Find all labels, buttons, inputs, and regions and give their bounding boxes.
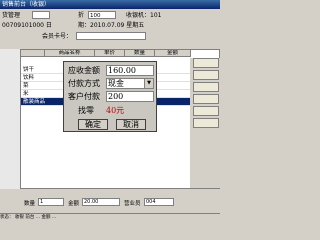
side-button-4[interactable]	[193, 94, 219, 104]
grid-header-qty: 数量	[125, 50, 155, 57]
confirm-button[interactable]: 确定	[78, 119, 108, 130]
member-card-label: 会员卡号：	[42, 33, 73, 40]
grid-header-name: 商品名称	[45, 50, 95, 57]
payment-method-label: 付款方式	[68, 79, 100, 88]
grid-header-amount: 金额	[155, 50, 191, 57]
customer-paid-field[interactable]: 200	[106, 91, 154, 102]
change-label: 找零	[78, 106, 94, 115]
function-sidebar	[190, 58, 220, 188]
footer-amount-label: 金额	[68, 201, 80, 207]
window-title: 销售前台（收银）	[2, 1, 51, 8]
footer-qty-field[interactable]: 1	[38, 198, 64, 206]
document-number: 00709101000 日	[2, 22, 52, 29]
row-label: 散装商品	[23, 99, 46, 105]
grid-header-price: 单价	[95, 50, 125, 57]
payment-dialog: 应收金额 160.00 付款方式 现金 ▼ 客户付款 200 找零 40元 确定…	[63, 61, 157, 132]
footer-salesman-label: 营业员	[124, 201, 141, 207]
category-panel	[0, 49, 21, 189]
row-label: 米	[23, 91, 29, 97]
side-button-2[interactable]	[193, 70, 219, 80]
row-label: 饮料	[23, 75, 35, 81]
side-button-1[interactable]	[193, 58, 219, 68]
discount-field[interactable]: 100	[88, 11, 116, 19]
side-button-5[interactable]	[193, 106, 219, 116]
member-card-field[interactable]	[76, 32, 146, 40]
footer-panel: 数量 1 金额 20.00 营业员 004 状态： 收银 前台 ... 金额 .…	[0, 189, 220, 220]
window-title-bar: 销售前台（收银）	[0, 0, 220, 9]
footer-qty-label: 数量	[24, 201, 36, 207]
chevron-down-icon[interactable]: ▼	[144, 79, 153, 88]
discount-label: 折	[78, 12, 85, 19]
cashier-label: 收银机：101	[126, 12, 162, 19]
goods-management-label: 货管理	[2, 12, 21, 19]
header-input-1[interactable]	[32, 11, 50, 19]
payment-method-value: 现金	[108, 79, 124, 88]
side-button-3[interactable]	[193, 82, 219, 92]
customer-paid-label: 客户付款	[68, 92, 100, 101]
footer-amount-field[interactable]: 20.00	[82, 198, 120, 206]
payment-method-select[interactable]: 现金 ▼	[106, 78, 154, 89]
amount-due-label: 应收金额	[68, 66, 100, 75]
row-label: 饼干	[23, 67, 35, 73]
change-value: 40元	[106, 106, 125, 115]
amount-due-field[interactable]: 160.00	[106, 65, 154, 76]
cancel-button[interactable]: 取消	[116, 119, 146, 130]
header-panel: 货管理 折 100 收银机：101 00709101000 日 期：2010.0…	[0, 9, 220, 49]
footer-salesman-field[interactable]: 004	[144, 198, 174, 206]
row-label: 菜	[23, 83, 29, 89]
date-label: 期：2010.07.09 星期五	[78, 22, 145, 29]
status-bar: 状态： 收银 前台 ... 金额 ...	[0, 213, 220, 221]
grid-header-0	[21, 50, 45, 57]
side-button-6[interactable]	[193, 118, 219, 128]
